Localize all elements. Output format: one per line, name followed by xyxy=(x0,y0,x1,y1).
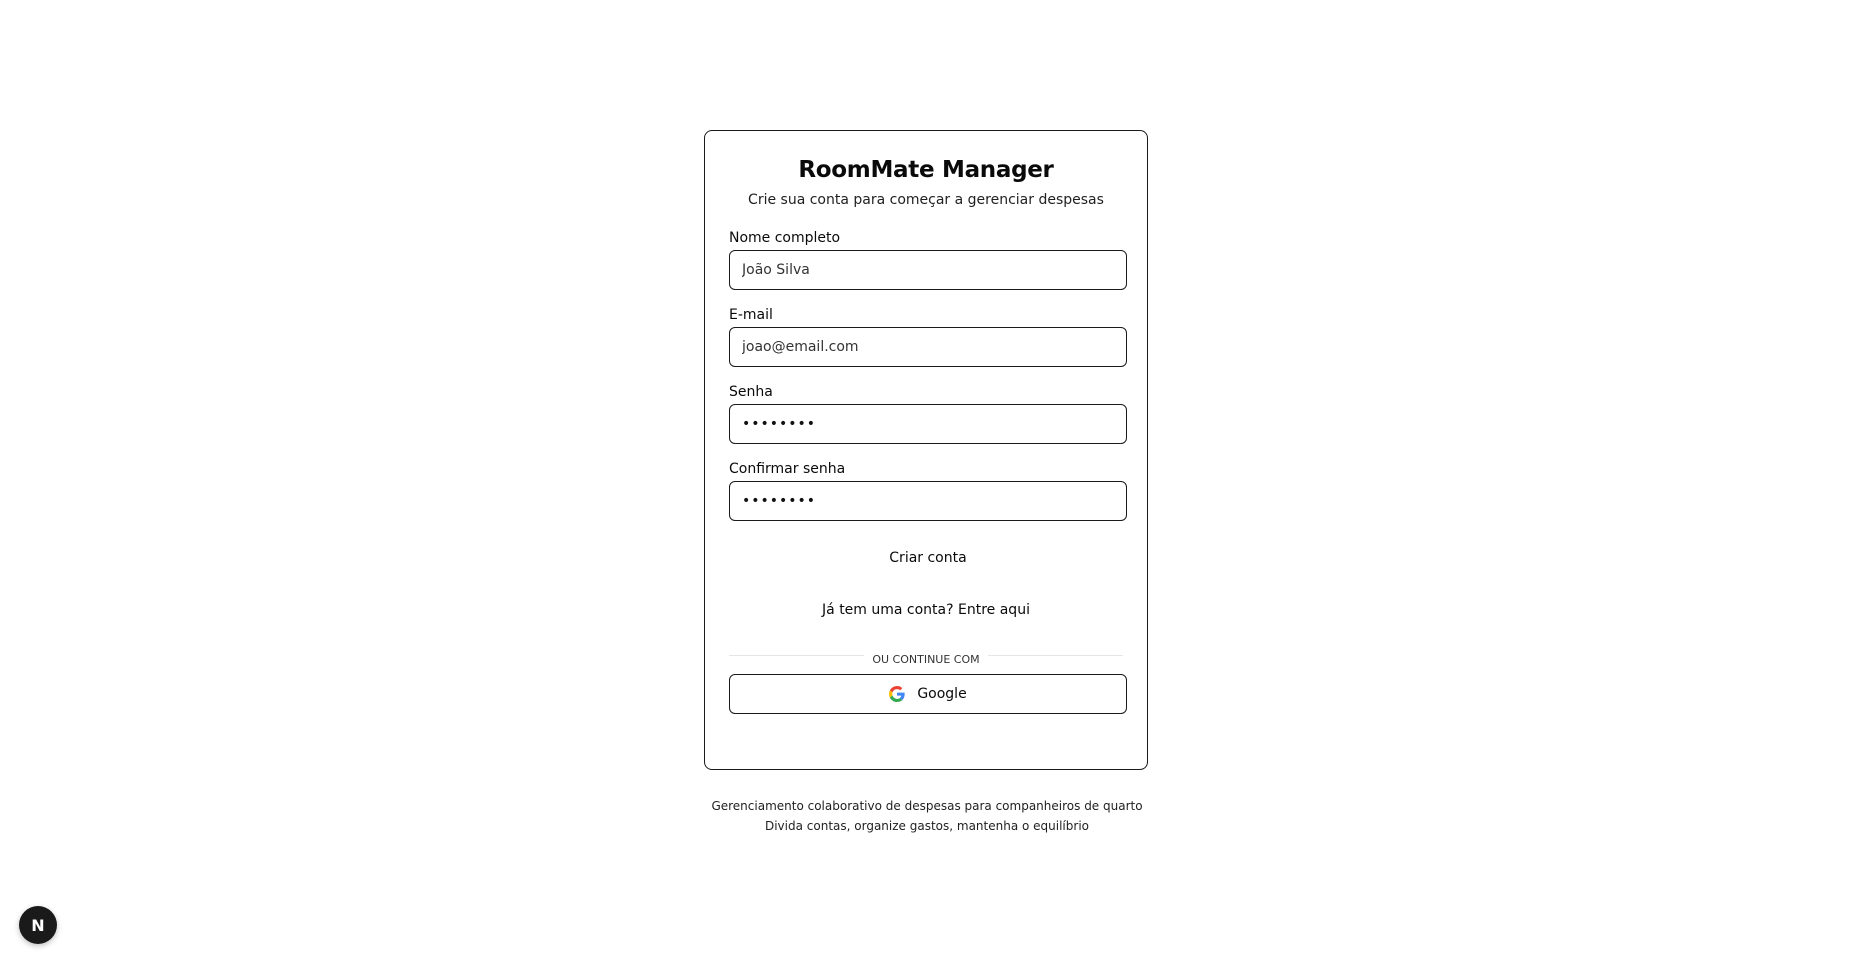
nextjs-dev-badge[interactable]: N xyxy=(19,906,57,944)
divider-text: OU CONTINUE COM xyxy=(864,653,988,666)
nextjs-icon: N xyxy=(31,915,45,935)
google-icon xyxy=(889,686,905,702)
confirm-password-input[interactable] xyxy=(729,481,1127,521)
confirm-password-label: Confirmar senha xyxy=(729,461,846,477)
signup-card: RoomMate Manager Crie sua conta para com… xyxy=(704,130,1148,770)
google-button-label: Google xyxy=(917,686,967,702)
confirm-password-field-group: Confirmar senha xyxy=(729,461,1127,521)
login-link[interactable]: Já tem uma conta? Entre aqui xyxy=(822,602,1030,618)
page: RoomMate Manager Crie sua conta para com… xyxy=(0,0,1854,961)
password-field-group: Senha xyxy=(729,384,1127,444)
password-input[interactable] xyxy=(729,404,1127,444)
footer-line-1: Gerenciamento colaborativo de despesas p… xyxy=(711,799,1143,813)
footer: Gerenciamento colaborativo de despesas p… xyxy=(0,796,1854,836)
email-field-group: E-mail xyxy=(729,307,1127,367)
footer-line-2: Divida contas, organize gastos, mantenha… xyxy=(764,819,1089,833)
google-signin-button[interactable]: Google xyxy=(729,674,1127,714)
email-label: E-mail xyxy=(729,307,773,323)
divider: OU CONTINUE COM xyxy=(729,648,1123,666)
app-subtitle: Crie sua conta para começar a gerenciar … xyxy=(748,192,1104,208)
name-input[interactable] xyxy=(729,250,1127,290)
signup-form: Nome completo E-mail Senha Confirmar sen… xyxy=(729,230,1127,578)
password-label: Senha xyxy=(729,384,773,400)
login-prompt: Já tem uma conta? Entre aqui xyxy=(729,602,1123,618)
name-label: Nome completo xyxy=(729,230,841,246)
create-account-button[interactable]: Criar conta xyxy=(729,538,1127,578)
email-input[interactable] xyxy=(729,327,1127,367)
name-field-group: Nome completo xyxy=(729,230,1127,290)
app-title: RoomMate Manager xyxy=(798,157,1054,183)
